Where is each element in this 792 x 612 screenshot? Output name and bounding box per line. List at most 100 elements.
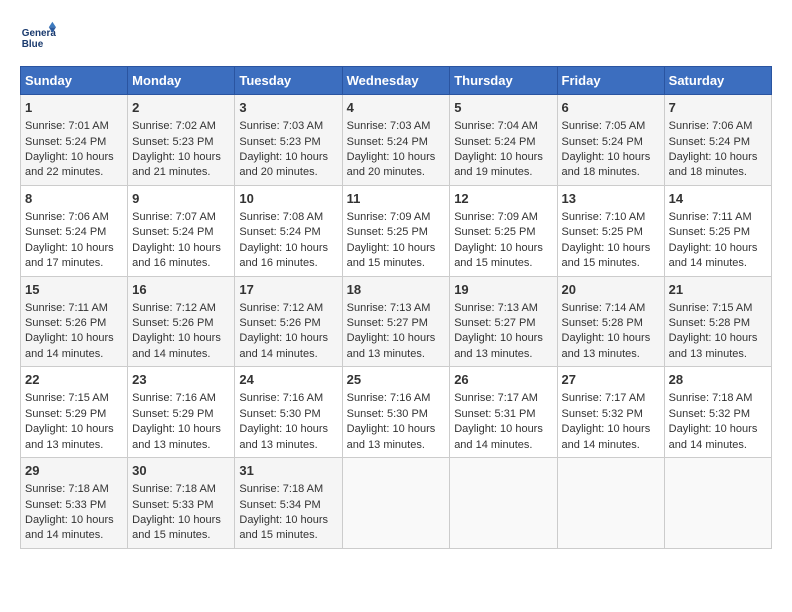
day-number: 27 bbox=[562, 371, 660, 389]
calendar-cell: 21Sunrise: 7:15 AMSunset: 5:28 PMDayligh… bbox=[664, 276, 771, 367]
calendar-cell: 25Sunrise: 7:16 AMSunset: 5:30 PMDayligh… bbox=[342, 367, 450, 458]
cell-text: Daylight: 10 hours bbox=[454, 241, 552, 256]
day-number: 13 bbox=[562, 190, 660, 208]
cell-text: and 21 minutes. bbox=[132, 165, 230, 180]
day-number: 23 bbox=[132, 371, 230, 389]
cell-text: Sunset: 5:25 PM bbox=[347, 225, 446, 240]
cell-text: and 15 minutes. bbox=[347, 256, 446, 271]
day-number: 5 bbox=[454, 99, 552, 117]
cell-text: Sunset: 5:24 PM bbox=[669, 135, 767, 150]
cell-text: and 18 minutes. bbox=[562, 165, 660, 180]
cell-text: Sunset: 5:23 PM bbox=[132, 135, 230, 150]
cell-text: Sunset: 5:24 PM bbox=[454, 135, 552, 150]
col-header-saturday: Saturday bbox=[664, 67, 771, 95]
calendar-cell: 10Sunrise: 7:08 AMSunset: 5:24 PMDayligh… bbox=[235, 185, 342, 276]
cell-text: Sunrise: 7:18 AM bbox=[239, 482, 337, 497]
cell-text: Daylight: 10 hours bbox=[669, 241, 767, 256]
calendar-header-row: SundayMondayTuesdayWednesdayThursdayFrid… bbox=[21, 67, 772, 95]
day-number: 17 bbox=[239, 281, 337, 299]
cell-text: and 15 minutes. bbox=[562, 256, 660, 271]
cell-text: and 13 minutes. bbox=[347, 347, 446, 362]
cell-text: Sunrise: 7:13 AM bbox=[454, 301, 552, 316]
cell-text: Sunset: 5:28 PM bbox=[562, 316, 660, 331]
cell-text: Sunrise: 7:08 AM bbox=[239, 210, 337, 225]
cell-text: Daylight: 10 hours bbox=[347, 331, 446, 346]
day-number: 15 bbox=[25, 281, 123, 299]
cell-text: Daylight: 10 hours bbox=[562, 422, 660, 437]
col-header-tuesday: Tuesday bbox=[235, 67, 342, 95]
cell-text: Sunrise: 7:17 AM bbox=[454, 391, 552, 406]
day-number: 11 bbox=[347, 190, 446, 208]
cell-text: Daylight: 10 hours bbox=[347, 241, 446, 256]
cell-text: Sunrise: 7:16 AM bbox=[239, 391, 337, 406]
calendar-cell: 19Sunrise: 7:13 AMSunset: 5:27 PMDayligh… bbox=[450, 276, 557, 367]
calendar-cell: 22Sunrise: 7:15 AMSunset: 5:29 PMDayligh… bbox=[21, 367, 128, 458]
cell-text: and 20 minutes. bbox=[347, 165, 446, 180]
col-header-wednesday: Wednesday bbox=[342, 67, 450, 95]
cell-text: Sunset: 5:27 PM bbox=[454, 316, 552, 331]
day-number: 31 bbox=[239, 462, 337, 480]
cell-text: Daylight: 10 hours bbox=[669, 422, 767, 437]
logo-icon: General Blue bbox=[20, 20, 56, 56]
cell-text: Sunrise: 7:01 AM bbox=[25, 119, 123, 134]
cell-text: Sunrise: 7:16 AM bbox=[132, 391, 230, 406]
cell-text: Sunset: 5:24 PM bbox=[239, 225, 337, 240]
day-number: 4 bbox=[347, 99, 446, 117]
calendar-cell: 16Sunrise: 7:12 AMSunset: 5:26 PMDayligh… bbox=[128, 276, 235, 367]
cell-text: Daylight: 10 hours bbox=[239, 241, 337, 256]
cell-text: Sunset: 5:29 PM bbox=[132, 407, 230, 422]
cell-text: Sunrise: 7:15 AM bbox=[669, 301, 767, 316]
calendar-table: SundayMondayTuesdayWednesdayThursdayFrid… bbox=[20, 66, 772, 549]
calendar-cell: 23Sunrise: 7:16 AMSunset: 5:29 PMDayligh… bbox=[128, 367, 235, 458]
cell-text: Sunrise: 7:04 AM bbox=[454, 119, 552, 134]
cell-text: Sunrise: 7:06 AM bbox=[25, 210, 123, 225]
page-header: General Blue bbox=[20, 20, 772, 56]
cell-text: Sunrise: 7:11 AM bbox=[669, 210, 767, 225]
day-number: 18 bbox=[347, 281, 446, 299]
cell-text: and 17 minutes. bbox=[25, 256, 123, 271]
day-number: 7 bbox=[669, 99, 767, 117]
calendar-cell: 14Sunrise: 7:11 AMSunset: 5:25 PMDayligh… bbox=[664, 185, 771, 276]
calendar-week-row: 29Sunrise: 7:18 AMSunset: 5:33 PMDayligh… bbox=[21, 458, 772, 549]
cell-text: and 18 minutes. bbox=[669, 165, 767, 180]
cell-text: and 14 minutes. bbox=[132, 347, 230, 362]
cell-text: Daylight: 10 hours bbox=[239, 513, 337, 528]
cell-text: Sunset: 5:25 PM bbox=[669, 225, 767, 240]
calendar-cell: 15Sunrise: 7:11 AMSunset: 5:26 PMDayligh… bbox=[21, 276, 128, 367]
day-number: 26 bbox=[454, 371, 552, 389]
cell-text: and 14 minutes. bbox=[562, 438, 660, 453]
cell-text: Daylight: 10 hours bbox=[347, 422, 446, 437]
day-number: 28 bbox=[669, 371, 767, 389]
cell-text: and 16 minutes. bbox=[239, 256, 337, 271]
cell-text: Sunrise: 7:18 AM bbox=[669, 391, 767, 406]
cell-text: Sunset: 5:25 PM bbox=[454, 225, 552, 240]
calendar-cell: 20Sunrise: 7:14 AMSunset: 5:28 PMDayligh… bbox=[557, 276, 664, 367]
calendar-cell: 13Sunrise: 7:10 AMSunset: 5:25 PMDayligh… bbox=[557, 185, 664, 276]
cell-text: Sunrise: 7:15 AM bbox=[25, 391, 123, 406]
col-header-thursday: Thursday bbox=[450, 67, 557, 95]
calendar-cell: 4Sunrise: 7:03 AMSunset: 5:24 PMDaylight… bbox=[342, 95, 450, 186]
calendar-cell: 17Sunrise: 7:12 AMSunset: 5:26 PMDayligh… bbox=[235, 276, 342, 367]
cell-text: and 13 minutes. bbox=[239, 438, 337, 453]
calendar-cell: 29Sunrise: 7:18 AMSunset: 5:33 PMDayligh… bbox=[21, 458, 128, 549]
cell-text: Sunrise: 7:09 AM bbox=[347, 210, 446, 225]
cell-text: Daylight: 10 hours bbox=[132, 513, 230, 528]
cell-text: Daylight: 10 hours bbox=[239, 150, 337, 165]
cell-text: Sunset: 5:31 PM bbox=[454, 407, 552, 422]
calendar-cell: 9Sunrise: 7:07 AMSunset: 5:24 PMDaylight… bbox=[128, 185, 235, 276]
cell-text: Sunset: 5:26 PM bbox=[239, 316, 337, 331]
cell-text: and 16 minutes. bbox=[132, 256, 230, 271]
cell-text: and 14 minutes. bbox=[669, 256, 767, 271]
day-number: 6 bbox=[562, 99, 660, 117]
cell-text: Daylight: 10 hours bbox=[132, 331, 230, 346]
cell-text: Daylight: 10 hours bbox=[132, 150, 230, 165]
day-number: 9 bbox=[132, 190, 230, 208]
logo: General Blue bbox=[20, 20, 56, 56]
calendar-cell bbox=[342, 458, 450, 549]
cell-text: Sunset: 5:32 PM bbox=[669, 407, 767, 422]
cell-text: Sunrise: 7:18 AM bbox=[25, 482, 123, 497]
cell-text: and 15 minutes. bbox=[132, 528, 230, 543]
cell-text: Daylight: 10 hours bbox=[562, 241, 660, 256]
cell-text: Daylight: 10 hours bbox=[347, 150, 446, 165]
cell-text: and 13 minutes. bbox=[132, 438, 230, 453]
